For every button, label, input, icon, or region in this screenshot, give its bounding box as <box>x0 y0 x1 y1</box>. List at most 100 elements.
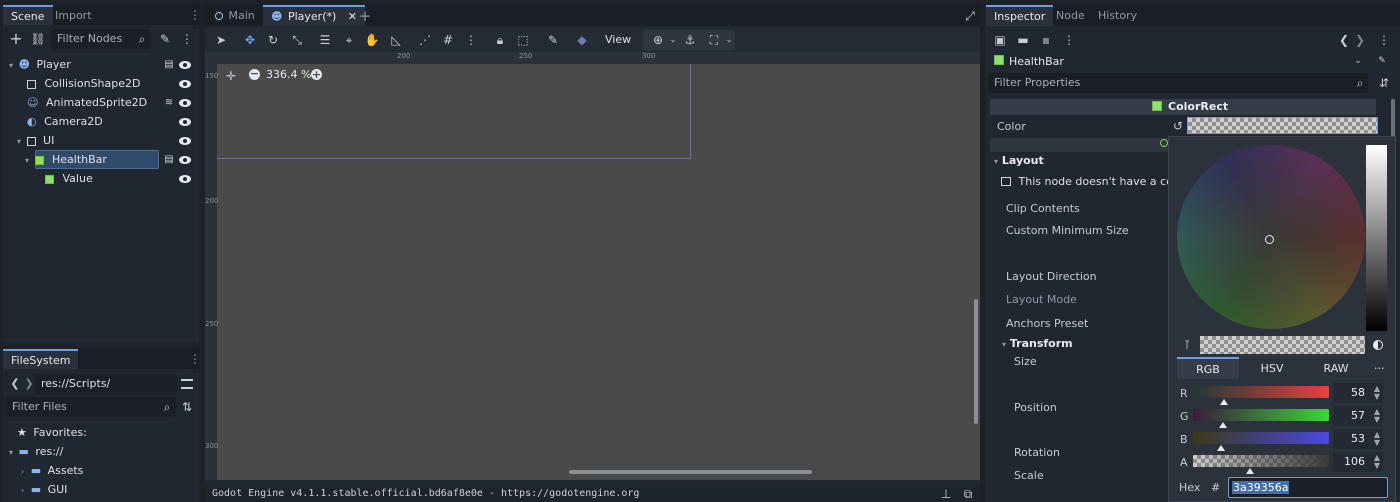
alpha-value-field[interactable]: 106 ▲ ▼ <box>1333 452 1383 472</box>
add-tab-icon[interactable]: + <box>357 8 373 24</box>
history-icon[interactable]: ⋮ <box>1376 32 1392 48</box>
group-icon[interactable]: ⬚ <box>515 32 531 48</box>
mode-tab-hsv[interactable]: HSV <box>1241 357 1303 379</box>
visibility-eye-icon[interactable] <box>179 156 191 164</box>
signal-icon[interactable]: ≋ <box>161 95 177 111</box>
tab-import[interactable]: Import <box>49 5 100 25</box>
back-arrow-icon[interactable]: ❮ <box>1336 32 1352 48</box>
scale-tool-icon[interactable]: ⤡ <box>289 32 305 48</box>
ruler-tool-icon[interactable]: ◺ <box>388 32 404 48</box>
chevron-down-icon[interactable]: ⌄ <box>1350 53 1366 69</box>
tab-history[interactable]: History <box>1090 5 1145 26</box>
path-field[interactable]: res://Scripts/ <box>35 374 177 394</box>
doc-icon[interactable]: ✎ <box>1374 53 1390 69</box>
visibility-eye-icon[interactable] <box>179 61 191 69</box>
container-sizing-icon[interactable]: ⛶ <box>706 32 722 48</box>
gui-folder-item[interactable]: › ▬ GUI <box>21 480 67 499</box>
select-tool-icon[interactable]: ➤ <box>213 32 229 48</box>
anchor-icon[interactable]: ⚓︎ <box>682 32 698 48</box>
filter-files-input[interactable]: Filter Files <box>6 397 176 417</box>
link-icon[interactable]: ⛓ <box>30 31 46 47</box>
visibility-eye-icon[interactable] <box>179 175 191 183</box>
bone-icon[interactable]: ✎ <box>545 32 561 48</box>
dock-menu-icon[interactable]: ⋮ <box>187 351 203 367</box>
tree-row-healthbar[interactable]: ▾ HealthBar <box>25 150 107 169</box>
chevron-down-icon[interactable]: ⌄ <box>665 32 681 48</box>
fullscreen-icon[interactable]: ⤢ <box>962 8 978 24</box>
alpha-slider-track[interactable] <box>1193 455 1329 467</box>
options-icon[interactable]: ⋮ <box>179 31 195 47</box>
hex-input[interactable]: 3a39356a <box>1228 477 1388 498</box>
tab-main[interactable]: Main <box>207 5 263 26</box>
vertical-scrollbar[interactable] <box>974 299 978 424</box>
more-options[interactable]: ... <box>1374 359 1385 372</box>
camera-override-icon[interactable]: ◆ <box>574 32 590 48</box>
forward-arrow-icon[interactable]: ❯ <box>1352 32 1368 48</box>
tab-inspector[interactable]: Inspector <box>986 5 1054 26</box>
favorites-item[interactable]: ★ Favorites: <box>17 423 87 442</box>
tab-node[interactable]: Node <box>1048 5 1093 26</box>
view-menu[interactable]: View <box>605 33 631 46</box>
blue-slider-track[interactable] <box>1193 432 1329 444</box>
new-resource-icon[interactable]: ▣ <box>992 32 1008 48</box>
mode-tab-raw[interactable]: RAW <box>1305 357 1367 379</box>
green-slider-track[interactable] <box>1193 409 1329 421</box>
lock-icon[interactable]: 🔒︎ <box>492 32 508 48</box>
tools-icon[interactable]: ⇵ <box>1376 75 1392 91</box>
pivot-tool-icon[interactable]: ⌖ <box>341 32 357 48</box>
zoom-out-icon[interactable]: − <box>249 68 260 80</box>
spinner-icon[interactable]: ▲ ▼ <box>1374 408 1380 424</box>
tree-row-animatedsprite2d[interactable]: ☺ AnimatedSprite2D <box>27 93 147 112</box>
eyedropper-icon[interactable]: ⊺ <box>1179 337 1195 353</box>
script-attached-icon[interactable]: ▤ <box>161 152 177 168</box>
tree-row-value[interactable]: Value <box>45 169 93 188</box>
close-icon[interactable]: ✕ <box>348 10 357 23</box>
assets-folder-item[interactable]: › ▬ Assets <box>21 461 83 480</box>
tab-scene[interactable]: Scene <box>3 5 53 25</box>
red-slider-track[interactable] <box>1193 386 1329 398</box>
filter-properties-input[interactable]: Filter Properties <box>988 73 1368 93</box>
copy-icon[interactable]: ⧉ <box>960 486 976 502</box>
zoom-level-label[interactable]: 336.4 % <box>266 68 311 81</box>
zoom-in-icon[interactable]: + <box>311 69 322 80</box>
visibility-eye-icon[interactable] <box>179 118 191 126</box>
snap-options-icon[interactable]: ⋮ <box>463 32 479 48</box>
value-slider[interactable] <box>1366 145 1387 331</box>
tree-row-player[interactable]: ▾ ☻ Player <box>9 55 71 74</box>
chevron-down-icon[interactable]: ⌄ <box>721 32 737 48</box>
split-view-icon[interactable] <box>181 379 193 389</box>
save-icon[interactable]: ▪ <box>1038 32 1054 48</box>
res-root-item[interactable]: ▾ ▬ res:// <box>9 442 63 461</box>
red-value-field[interactable]: 58 ▲ ▼ <box>1333 383 1383 403</box>
mode-tab-rgb[interactable]: RGB <box>1177 357 1239 379</box>
revert-icon[interactable]: ↺ <box>1170 118 1186 134</box>
wheel-cursor[interactable] <box>1265 235 1274 244</box>
red-slider-thumb[interactable] <box>1219 399 1228 405</box>
tree-row-ui[interactable]: ▾ UI <box>17 131 54 150</box>
tab-player[interactable]: ☻ Player(*) ✕ <box>263 5 366 26</box>
pin-icon[interactable]: ⊥ <box>938 486 954 502</box>
visibility-eye-icon[interactable] <box>179 80 191 88</box>
script-icon[interactable]: ✎ <box>157 31 173 47</box>
extra-options-icon[interactable]: ⋮ <box>1061 32 1077 48</box>
spinner-icon[interactable]: ▲ ▼ <box>1374 385 1380 401</box>
object-name[interactable]: HealthBar <box>1009 55 1064 68</box>
grid-snap-icon[interactable]: # <box>440 32 456 48</box>
alpha-slider-thumb[interactable] <box>1245 468 1254 474</box>
pan-tool-icon[interactable]: ✋ <box>364 32 380 48</box>
rotate-tool-icon[interactable]: ↻ <box>265 32 281 48</box>
blue-slider-thumb[interactable] <box>1217 445 1226 451</box>
transform-section[interactable]: ▾ Transform <box>1002 337 1073 350</box>
green-value-field[interactable]: 57 ▲ ▼ <box>1333 406 1383 426</box>
layout-section[interactable]: ▾ Layout <box>994 154 1044 167</box>
add-node-icon[interactable]: + <box>8 31 24 47</box>
horizontal-scrollbar[interactable] <box>569 470 812 474</box>
spinner-icon[interactable]: ▲ ▼ <box>1374 431 1380 447</box>
dock-menu-icon[interactable]: ⋮ <box>187 7 203 23</box>
move-tool-icon[interactable]: ✥ <box>242 32 258 48</box>
tree-row-camera2d[interactable]: ◐ Camera2D <box>27 112 103 131</box>
add-node-circle-icon[interactable]: ⊕ <box>650 32 666 48</box>
visibility-eye-icon[interactable] <box>179 137 191 145</box>
script-attached-icon[interactable]: ▤ <box>161 57 177 73</box>
smart-snap-icon[interactable]: ⋰ <box>417 32 433 48</box>
